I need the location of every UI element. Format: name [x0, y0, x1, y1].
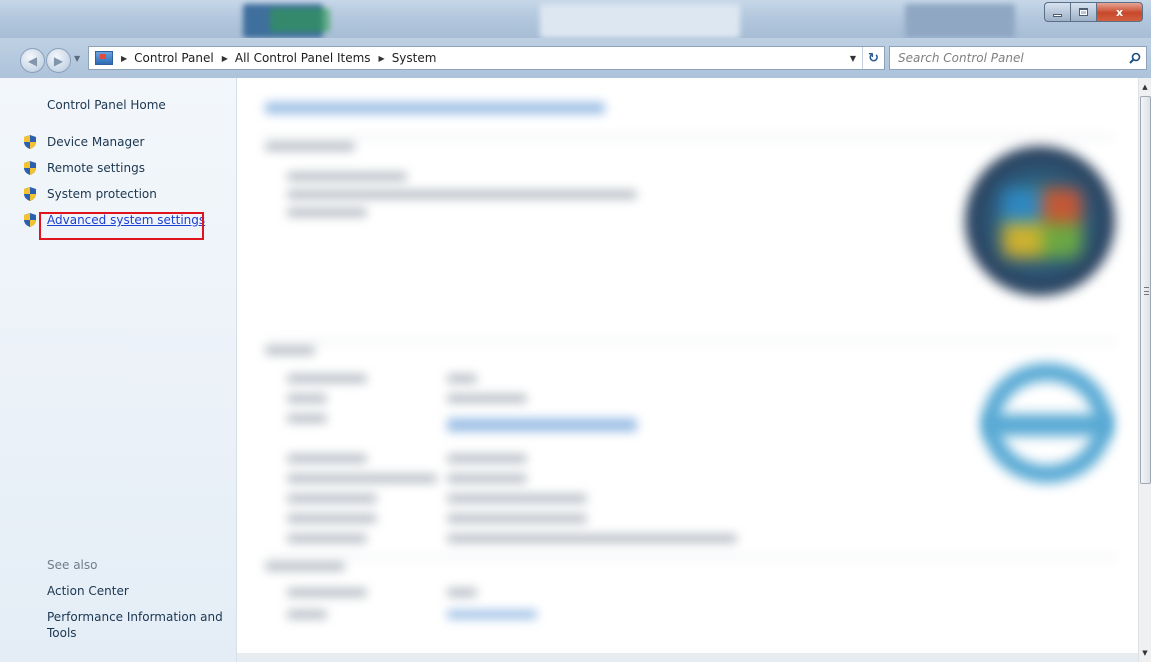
window-controls: x: [1044, 2, 1143, 22]
uac-shield-icon: [22, 186, 38, 202]
address-bar[interactable]: ▶ Control Panel ▶ All Control Panel Items …: [88, 46, 885, 70]
control-panel-home-link[interactable]: Control Panel Home: [47, 98, 166, 112]
oem-logo-bar: [985, 414, 1111, 436]
action-center-link[interactable]: Action Center: [47, 583, 129, 599]
search-icon[interactable]: [1124, 47, 1146, 69]
refresh-button[interactable]: ↻: [862, 47, 884, 69]
navigation-bar: ◀ ▶ ▼ ▶ Control Panel ▶ All Control Panel …: [0, 38, 1151, 78]
breadcrumb-system[interactable]: System: [392, 51, 437, 65]
breadcrumb-all-control-panel-items[interactable]: All Control Panel Items: [235, 51, 371, 65]
chevron-right-icon[interactable]: ▶: [121, 54, 127, 63]
title-bar: x: [0, 0, 1151, 38]
task-label: System protection: [47, 187, 157, 201]
close-icon: x: [1115, 5, 1124, 19]
uac-shield-icon: [22, 212, 38, 228]
search-box[interactable]: [889, 46, 1147, 70]
scrollbar-thumb[interactable]: [1140, 96, 1151, 484]
control-panel-icon: [95, 51, 113, 65]
task-remote-settings[interactable]: Remote settings: [22, 160, 145, 176]
maximize-icon: [1079, 8, 1088, 16]
windows-flag-image: [1002, 188, 1082, 258]
vertical-scrollbar[interactable]: ▲ ▼: [1138, 78, 1151, 662]
refresh-icon: ↻: [868, 50, 879, 66]
task-device-manager[interactable]: Device Manager: [22, 134, 144, 150]
task-pane: Control Panel Home Device Manager Remote…: [0, 78, 237, 662]
scroll-up-arrow-icon[interactable]: ▲: [1139, 80, 1151, 94]
chevron-right-icon[interactable]: ▶: [222, 54, 228, 63]
minimize-button[interactable]: [1044, 2, 1071, 22]
maximize-button[interactable]: [1071, 2, 1097, 22]
address-dropdown-button[interactable]: ▼: [844, 54, 862, 63]
see-also-heading: See also: [47, 558, 98, 572]
scroll-down-arrow-icon[interactable]: ▼: [1139, 646, 1151, 660]
recent-pages-dropdown[interactable]: ▼: [74, 54, 80, 63]
forward-arrow-icon: ▶: [53, 53, 64, 68]
uac-shield-icon: [22, 134, 38, 150]
bottom-edge: [237, 653, 1138, 662]
back-arrow-icon: ◀: [27, 53, 38, 68]
task-label: Device Manager: [47, 135, 145, 149]
grip-icon: [1144, 287, 1149, 295]
blurred-background-windows: [0, 0, 1151, 38]
task-label: Remote settings: [47, 161, 145, 175]
search-input[interactable]: [890, 48, 1124, 68]
address-actions: ▼ ↻: [844, 47, 884, 69]
performance-information-link[interactable]: Performance Information and Tools: [47, 609, 232, 641]
breadcrumb-control-panel[interactable]: Control Panel: [134, 51, 214, 65]
back-button[interactable]: ◀: [20, 48, 45, 73]
minimize-icon: [1053, 13, 1062, 17]
task-system-protection[interactable]: System protection: [22, 186, 157, 202]
forward-button[interactable]: ▶: [46, 48, 71, 73]
highlight-annotation-box: [39, 212, 204, 240]
system-info-content: [237, 78, 1138, 662]
uac-shield-icon: [22, 160, 38, 176]
chevron-right-icon[interactable]: ▶: [379, 54, 385, 63]
close-button[interactable]: x: [1097, 2, 1143, 22]
